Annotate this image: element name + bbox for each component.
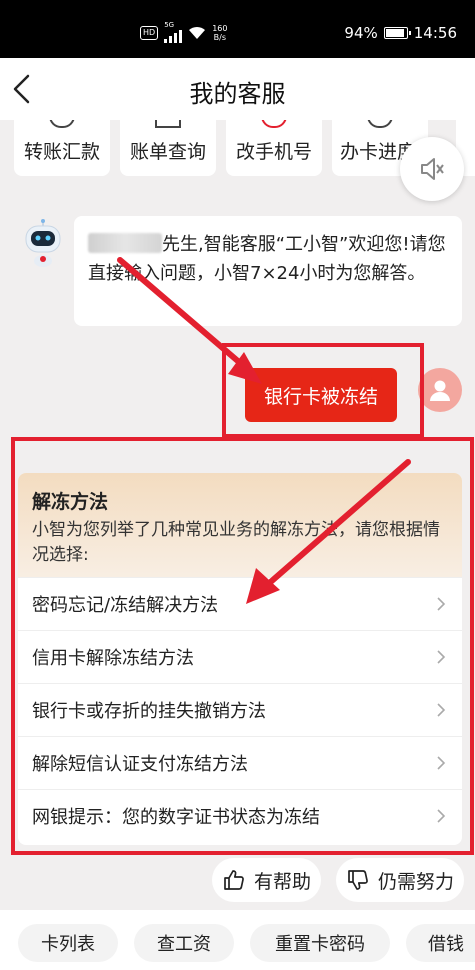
annotation-box-user-message [222,343,424,438]
quick-service-label: 转账汇款 [23,141,100,163]
masked-user-name [88,233,162,253]
page-title: 我的客服 [189,80,286,108]
bot-greeting-bubble: 先生,智能客服“工小智”欢迎您!请您直接输入问题，小智7×24小时为您解答。 [74,216,462,326]
user-avatar-icon [430,380,450,401]
network-type: 5G [164,21,175,29]
quick-service-transfer[interactable]: 转账汇款 [14,120,110,176]
progress-icon [367,120,393,128]
speed-value: 160 [212,23,228,33]
clock: 14:56 [413,24,457,42]
phone-icon [261,120,287,128]
transfer-icon [49,120,75,128]
wifi-icon [189,26,206,39]
quick-service-label: 改手机号 [235,141,312,163]
user-avatar [418,368,462,412]
bot-avatar [25,219,61,267]
card-list-button[interactable]: 卡列表 [18,924,118,962]
helpful-button[interactable]: 有帮助 [212,858,322,902]
reset-pin-button[interactable]: 重置卡密码 [250,924,390,962]
bottom-action-bar: 卡列表 查工资 重置卡密码 借钱 [0,910,475,970]
quick-service-change-phone[interactable]: 改手机号 [226,120,322,176]
helpful-label: 有帮助 [254,870,312,893]
speaker-mute-button[interactable] [400,137,464,201]
battery-fill [385,29,405,37]
battery-icon [383,27,411,39]
quick-service-label: 账单查询 [129,141,206,163]
nav-bar: 我的客服 [0,58,475,120]
needs-work-button[interactable]: 仍需努力 [336,858,465,902]
status-bar: HD 5G 160 B/s 94% 14:56 [0,0,475,58]
annotation-box-unfreeze-card [11,437,474,855]
speaker-mute-icon [421,158,444,180]
hd-badge: HD [140,25,159,40]
borrow-button[interactable]: 借钱 [406,924,475,962]
thumbs-up-icon [224,870,244,890]
battery-percent: 94% [344,24,378,42]
quick-service-bills[interactable]: 账单查询 [120,120,216,176]
signal-icon [164,29,183,43]
status-left: HD 5G 160 B/s [140,22,227,43]
needs-work-label: 仍需努力 [378,870,455,893]
bill-icon [155,120,181,128]
network-speed: 160 B/s [212,24,227,42]
quick-services: 转账汇款 账单查询 改手机号 办卡进度 [14,120,428,176]
thumbs-down-icon [348,870,368,890]
speed-unit: B/s [213,32,226,42]
status-right: 94% 14:56 [344,24,457,42]
check-salary-button[interactable]: 查工资 [134,924,234,962]
